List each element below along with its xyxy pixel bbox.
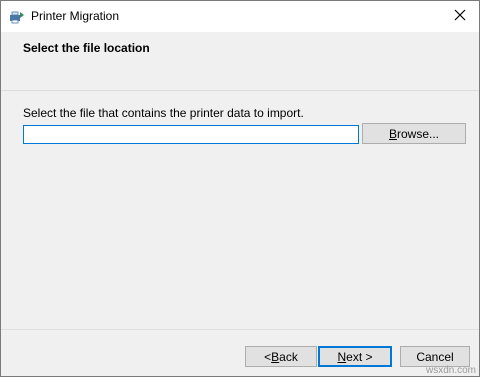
next-label: ext > — [346, 349, 373, 364]
page-title: Select the file location — [23, 41, 150, 55]
file-prompt-label: Select the file that contains the printe… — [23, 106, 304, 120]
wizard-header: Select the file location — [1, 32, 479, 91]
close-icon — [454, 9, 466, 24]
close-button[interactable] — [441, 1, 479, 32]
back-accel: B — [271, 349, 280, 364]
browse-button[interactable]: Browse... — [362, 123, 466, 144]
file-path-input[interactable] — [23, 125, 359, 144]
printer-migration-window: Printer Migration Select the file locati… — [0, 0, 480, 377]
back-button[interactable]: < Back — [245, 346, 317, 367]
back-prefix: < — [264, 349, 272, 364]
title-bar: Printer Migration — [1, 1, 479, 32]
footer-divider — [1, 329, 479, 330]
next-button[interactable]: Next > — [318, 346, 392, 367]
printer-migration-icon — [9, 9, 25, 25]
browse-label: rowse... — [397, 126, 440, 141]
cancel-button[interactable]: Cancel — [400, 346, 470, 367]
cancel-label: Cancel — [416, 349, 454, 364]
back-label: ack — [279, 349, 298, 364]
next-accel: N — [337, 349, 347, 364]
window-title: Printer Migration — [31, 9, 120, 23]
watermark-text: wsxdn.com — [425, 365, 476, 376]
browse-accel: B — [388, 126, 397, 141]
